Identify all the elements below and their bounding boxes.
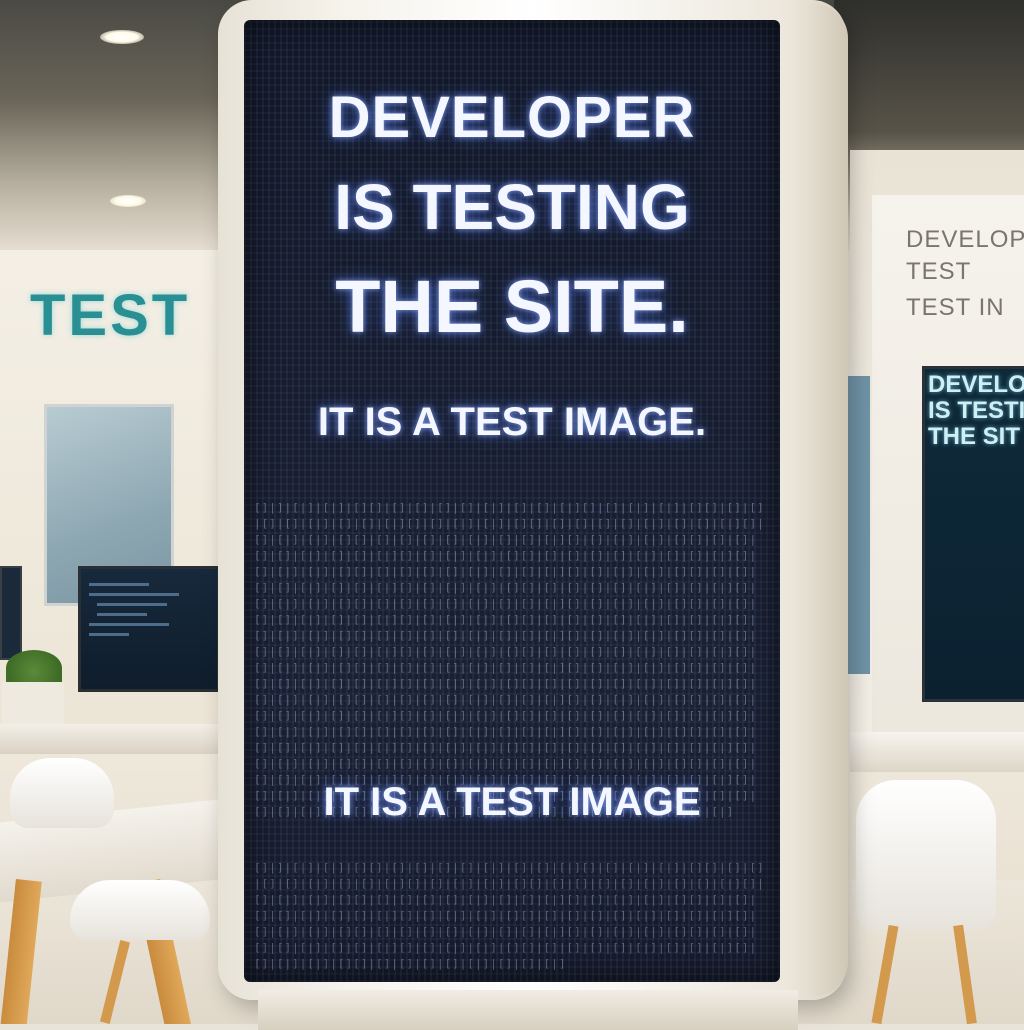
desk [850, 732, 1024, 772]
display-kiosk: []|]|[|]|[|]|[][]|[]|[]|[]|[]|[|]|[]|[]|… [218, 0, 848, 1030]
wall-sign-test: TEST [30, 283, 191, 348]
screen-noise-pattern: []|]|[|]|[|]|[][]|[]|[]|[]|[]|[|]|[]|[]|… [254, 861, 765, 970]
kiosk-base [258, 990, 798, 1030]
headline-line-3: THE SITE. [335, 265, 689, 348]
chair [10, 758, 114, 828]
headline-line-2: IS TESTING [334, 171, 690, 243]
right-sign-line: TEST [906, 258, 972, 285]
monitor [78, 566, 220, 692]
headline-line-1: DEVELOPER [328, 85, 696, 150]
right-sign-line: DEVELOPER [906, 226, 1024, 253]
plant-pot [2, 682, 64, 724]
subtext-upper: IT IS A TEST IMAGE. [317, 400, 707, 444]
ceiling-light [100, 30, 144, 44]
chair [856, 780, 996, 930]
right-sign-line: TEST IN [906, 294, 1005, 321]
background-screen-line: DEVELOP [928, 371, 1024, 398]
window [848, 376, 870, 674]
monitor [0, 566, 22, 660]
background-screen-line: THE SIT [928, 423, 1021, 450]
potted-plant [6, 650, 62, 686]
kiosk-side [808, 4, 848, 996]
background-screen-line: IS TESTI [928, 397, 1024, 424]
ceiling-light [110, 195, 146, 207]
subtext-lower: IT IS A TEST IMAGE [323, 780, 701, 824]
chair [70, 880, 210, 940]
kiosk-screen: []|]|[|]|[|]|[][]|[]|[]|[]|[]|[|]|[]|[]|… [244, 20, 780, 982]
desk [0, 724, 220, 754]
